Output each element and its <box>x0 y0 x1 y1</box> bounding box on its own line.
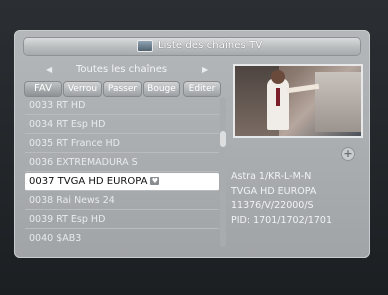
plus-icon[interactable]: + <box>341 147 355 161</box>
tab-bouge[interactable]: Bouge <box>144 82 179 96</box>
pid-info: PID: 1701/1702/1701 <box>231 214 332 226</box>
channel-list-panel: Liste des chaînes TV ◀ Toutes les chaîne… <box>14 30 370 258</box>
tab-verrou[interactable]: Verrou <box>64 82 101 96</box>
channel-row[interactable]: 0035 RT France HD <box>25 135 219 153</box>
category-label: Toutes les chaînes <box>76 64 168 75</box>
preview-head <box>271 70 285 84</box>
preview-tie <box>276 88 280 106</box>
page-title: Liste des chaînes TV <box>158 40 263 51</box>
tab-passer[interactable]: Passer <box>104 82 141 96</box>
satellite-name: Astra 1/KR-L-M-N <box>231 171 312 182</box>
title-bar: Liste des chaînes TV <box>24 38 360 55</box>
channel-row[interactable]: 0034 RT Esp HD <box>25 116 219 134</box>
channel-row[interactable]: 0033 RT HD <box>25 97 219 115</box>
channel-info: Astra 1/KR-L-M-N TVGA HD EUROPA 11376/V/… <box>231 170 363 228</box>
channel-name: TVGA HD EUROPA <box>231 185 317 197</box>
category-selector[interactable]: ◀ Toutes les chaînes ▶ <box>24 64 226 76</box>
tab-editer[interactable]: Editer <box>184 82 220 96</box>
channel-label: 0037 TVGA HD EUROPA <box>29 176 148 187</box>
list-scrollbar[interactable] <box>220 97 226 247</box>
channel-label: 0039 RT Esp HD <box>29 214 106 225</box>
channel-row[interactable]: 0039 RT Esp HD <box>25 211 219 229</box>
channel-label: 0033 RT HD <box>29 100 86 111</box>
channel-row[interactable]: 0040 $AB3 <box>25 230 219 248</box>
preview-background <box>315 72 361 132</box>
video-preview <box>233 64 363 138</box>
tv-icon <box>137 40 153 52</box>
channel-label: 0040 $AB3 <box>29 233 82 244</box>
tab-fav[interactable]: FAV <box>25 82 61 96</box>
transponder-info: 11376/V/22000/S <box>231 200 314 211</box>
scrollbar-thumb[interactable] <box>220 131 226 147</box>
channel-label: 0035 RT France HD <box>29 138 120 149</box>
channel-label: 0034 RT Esp HD <box>29 119 106 130</box>
arrow-right-icon[interactable]: ▶ <box>202 65 208 74</box>
tv-screen: Liste des chaînes TV ◀ Toutes les chaîne… <box>0 0 388 295</box>
heart-icon: ♥ <box>150 177 160 185</box>
channel-list: 0033 RT HD 0034 RT Esp HD 0035 RT France… <box>25 97 219 247</box>
arrow-left-icon[interactable]: ◀ <box>46 65 52 74</box>
channel-row[interactable]: 0036 EXTREMADURA S <box>25 154 219 172</box>
channel-row[interactable]: 0038 Rai News 24 <box>25 192 219 210</box>
channel-label: 0038 Rai News 24 <box>29 195 115 206</box>
action-tabs: FAV Verrou Passer Bouge Editer <box>25 82 231 98</box>
channel-row-selected[interactable]: 0037 TVGA HD EUROPA ♥ <box>25 173 219 191</box>
channel-label: 0036 EXTREMADURA S <box>29 157 138 168</box>
